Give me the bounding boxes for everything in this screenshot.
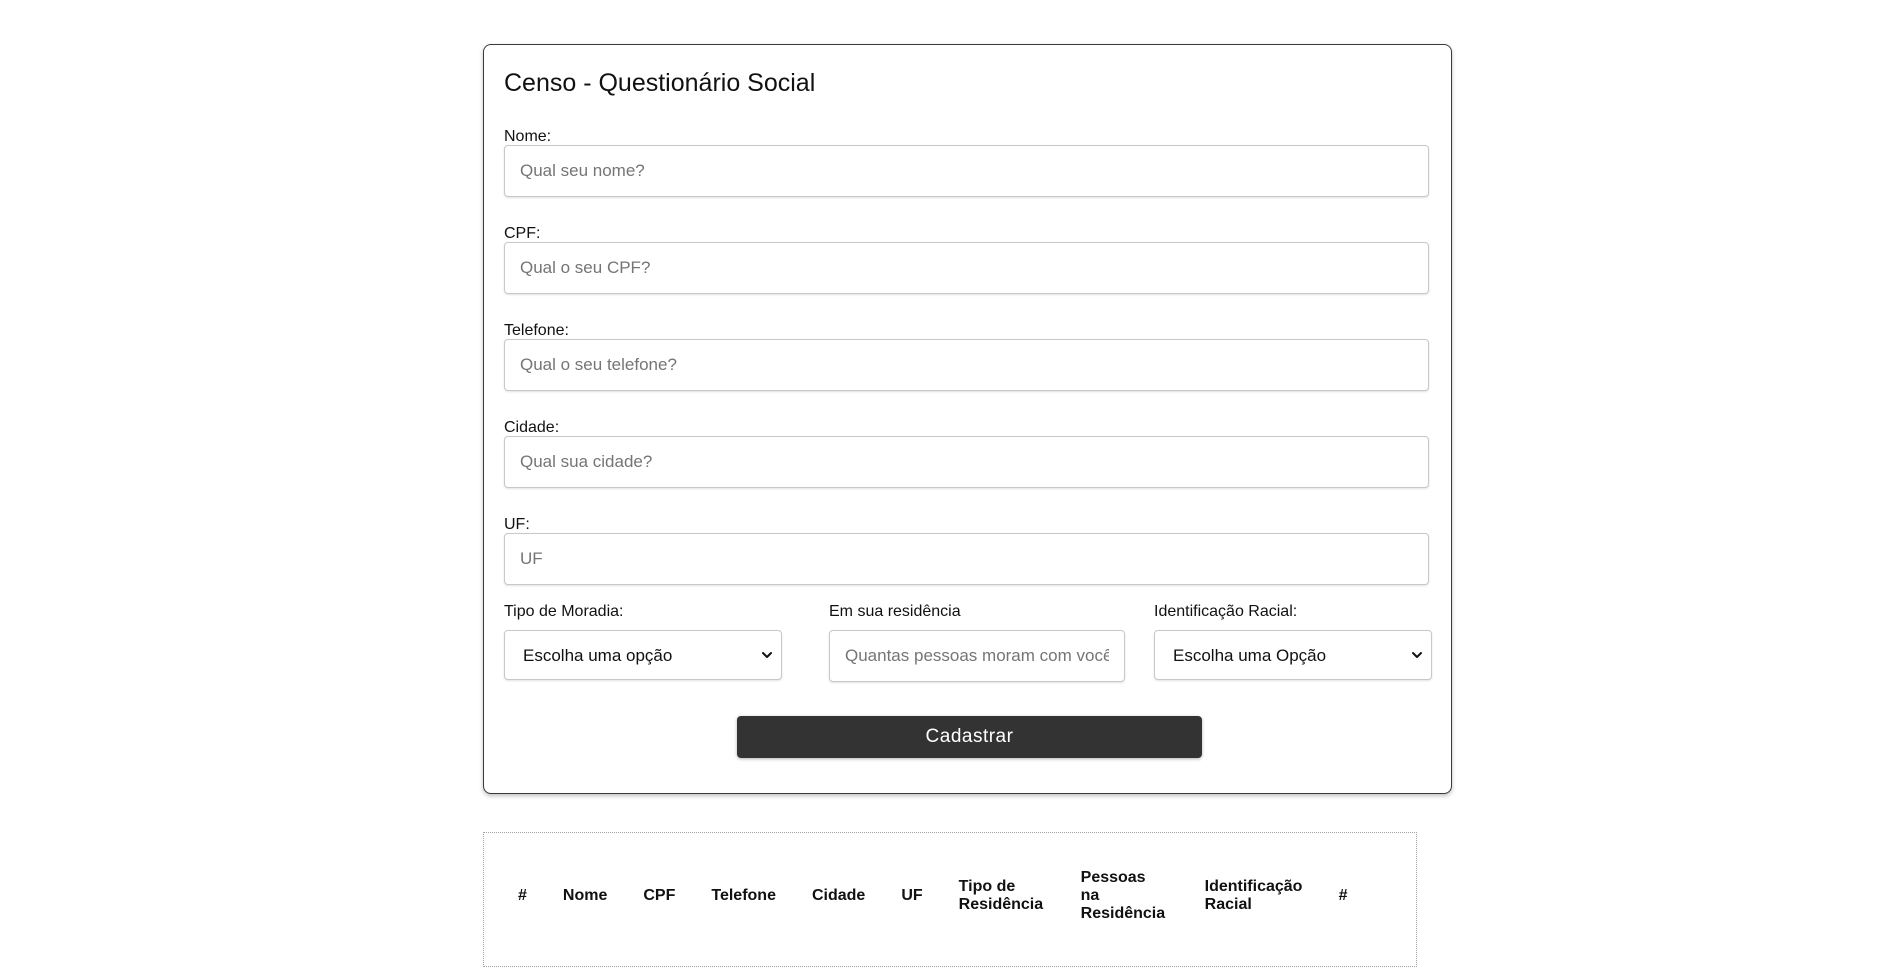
header-telefone: Telefone — [711, 887, 776, 904]
pessoas-residencia-input[interactable] — [829, 630, 1125, 682]
records-table: # Nome CPF Telefone Cidade UF Tipo de Re… — [506, 869, 1366, 923]
cpf-label: CPF: — [504, 225, 541, 242]
table-header-row: # Nome CPF Telefone Cidade UF Tipo de Re… — [506, 869, 1366, 923]
header-cpf: CPF — [643, 887, 676, 904]
identificacao-racial-selected-value: Escolha uma Opção — [1173, 646, 1327, 665]
uf-input[interactable] — [504, 533, 1429, 585]
form-title: Censo - Questionário Social — [504, 69, 816, 97]
cpf-input[interactable] — [504, 242, 1429, 294]
cadastrar-button[interactable]: Cadastrar — [737, 716, 1202, 758]
identificacao-racial-select[interactable]: Escolha uma Opção — [1154, 630, 1432, 680]
cidade-input[interactable] — [504, 436, 1429, 488]
cidade-label: Cidade: — [504, 419, 560, 436]
telefone-input[interactable] — [504, 339, 1429, 391]
header-nome: Nome — [562, 887, 608, 904]
header-tipo-residencia: Tipo de Residência — [958, 878, 1044, 913]
nome-label: Nome: — [504, 128, 552, 145]
header-uf: UF — [901, 887, 923, 904]
chevron-down-icon — [762, 652, 772, 658]
records-table-container: # Nome CPF Telefone Cidade UF Tipo de Re… — [483, 832, 1417, 967]
header-actions: # — [1338, 887, 1348, 904]
telefone-label: Telefone: — [504, 322, 569, 339]
tipo-moradia-label: Tipo de Moradia: — [504, 603, 624, 620]
identificacao-racial-label: Identificação Racial: — [1154, 603, 1298, 620]
header-index: # — [518, 887, 527, 904]
em-sua-residencia-label: Em sua residência — [829, 603, 961, 620]
chevron-down-icon — [1412, 652, 1422, 658]
tipo-moradia-selected-value: Escolha uma opção — [523, 646, 673, 665]
uf-label: UF: — [504, 516, 530, 533]
nome-input[interactable] — [504, 145, 1429, 197]
header-identificacao-racial: Identificação Racial — [1204, 878, 1303, 913]
header-pessoas-residencia: Pessoas na Residência — [1080, 869, 1166, 922]
header-cidade: Cidade — [811, 887, 866, 904]
tipo-moradia-select[interactable]: Escolha uma opção — [504, 630, 782, 680]
census-form-card: Censo - Questionário Social Nome: CPF: T… — [483, 44, 1452, 794]
